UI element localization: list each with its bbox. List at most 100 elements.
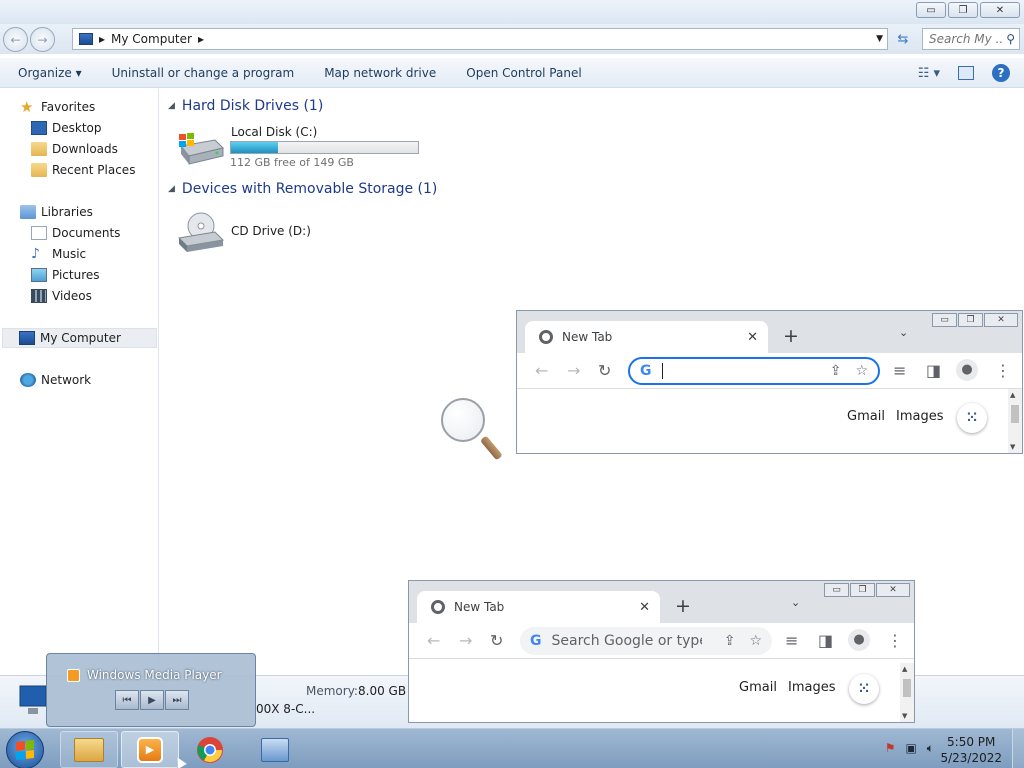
uninstall-program-button[interactable]: Uninstall or change a program [97,66,310,80]
tab-search-icon[interactable]: ⌄ [899,326,908,339]
chrome1-minimize-button[interactable]: ▭ [932,313,957,327]
sidebar-item-videos[interactable]: Videos [31,286,92,306]
sidebar-item-network[interactable]: Network [20,370,91,390]
side-panel-icon[interactable]: ◨ [818,631,833,650]
reading-list-icon[interactable]: ≡ [785,631,798,650]
forward-button[interactable]: → [30,27,55,52]
volume-icon[interactable]: 🔈︎ [927,741,934,756]
sidebar-item-documents[interactable]: Documents [31,223,120,243]
side-panel-icon[interactable]: ◨ [926,361,941,380]
address-bar[interactable]: ▸ My Computer ▸ ▼ [72,28,888,50]
sidebar-item-libraries[interactable]: Libraries [20,202,93,222]
taskbar-chrome-button[interactable] [181,731,239,768]
sidebar-item-desktop[interactable]: Desktop [31,118,102,138]
search-box[interactable]: ⚲ [922,28,1020,50]
tab-close-icon[interactable]: ✕ [639,600,650,615]
profile-avatar-icon[interactable]: ● [848,629,870,651]
close-button[interactable]: ✕ [980,2,1020,18]
organize-button[interactable]: Organize ▾ [0,66,97,80]
minimize-button[interactable]: ▭ [916,2,946,18]
chrome2-omnibox[interactable]: G ⇪ ☆ [520,627,772,655]
chrome1-scrollbar[interactable]: ▲ ▼ [1008,389,1022,453]
scroll-thumb[interactable] [1011,405,1019,423]
images-link[interactable]: Images [788,680,836,695]
bookmark-star-icon[interactable]: ☆ [855,363,868,379]
next-track-button[interactable]: ⏭ [165,690,189,710]
new-tab-button[interactable]: + [783,325,799,347]
show-desktop-button[interactable] [1012,729,1024,768]
reading-list-icon[interactable]: ≡ [893,361,906,380]
share-icon[interactable]: ⇪ [830,363,842,379]
taskbar-clock[interactable]: 5:50 PM 5/23/2022 [940,734,1002,766]
chrome2-tab-new-tab[interactable]: New Tab ✕ [417,591,660,623]
wmp-taskbar-thumbnail[interactable]: Windows Media Player ⏮ ▶ ⏭ [46,653,256,727]
forward-icon[interactable]: → [567,361,580,380]
chrome1-close-button[interactable]: ✕ [984,313,1018,327]
images-link[interactable]: Images [896,409,944,424]
view-options-icon[interactable]: ☷ ▾ [918,66,940,81]
scroll-up-icon[interactable]: ▲ [1010,391,1015,399]
forward-icon[interactable]: → [459,631,472,650]
google-apps-icon[interactable]: ⁙ [957,403,987,433]
chrome-menu-icon[interactable]: ⋮ [887,631,903,650]
start-button[interactable] [6,731,44,768]
taskbar-explorer-button[interactable] [60,731,118,768]
action-center-flag-icon[interactable]: ⚑ [885,741,896,756]
preview-pane-icon[interactable] [958,66,974,80]
search-input[interactable] [929,32,1003,46]
chrome1-omnibox[interactable]: G ⇪ ☆ [628,357,880,385]
chrome1-tab-new-tab[interactable]: New Tab ✕ [525,321,768,353]
play-button[interactable]: ▶ [140,690,164,710]
chrome2-scrollbar[interactable]: ▲ ▼ [900,663,914,722]
cd-drive-name[interactable]: CD Drive (D:) [231,224,311,238]
search-icon[interactable]: ⚲ [1006,32,1015,46]
google-apps-icon[interactable]: ⁙ [849,674,879,704]
chrome-menu-icon[interactable]: ⋮ [995,361,1011,380]
magnifier-icon[interactable] [441,398,503,466]
chrome2-address-input[interactable] [551,633,702,649]
tab-close-icon[interactable]: ✕ [747,330,758,345]
cd-drive-icon[interactable] [177,210,225,254]
chrome2-close-button[interactable]: ✕ [876,583,910,597]
chrome2-minimize-button[interactable]: ▭ [824,583,849,597]
scroll-up-icon[interactable]: ▲ [902,665,907,673]
address-dropdown-icon[interactable]: ▼ [876,34,883,44]
local-disk-icon[interactable] [177,132,225,168]
sidebar-item-downloads[interactable]: Downloads [31,139,118,159]
sidebar-item-favorites[interactable]: ★ Favorites [20,97,95,117]
local-disk-name[interactable]: Local Disk (C:) [231,125,317,139]
back-icon[interactable]: ← [535,361,548,380]
gmail-link[interactable]: Gmail [847,409,885,424]
sidebar-item-recent-places[interactable]: Recent Places [31,160,135,180]
help-icon[interactable]: ? [992,64,1010,82]
removable-storage-header[interactable]: ◢ Devices with Removable Storage (1) [168,181,437,197]
address-path[interactable]: My Computer [111,32,192,46]
network-status-icon[interactable]: ▣ [905,741,916,756]
scroll-down-icon[interactable]: ▼ [1010,443,1015,451]
hard-disk-drives-header[interactable]: ◢ Hard Disk Drives (1) [168,98,323,114]
tab-search-icon[interactable]: ⌄ [791,596,800,609]
sidebar-item-music[interactable]: ♪ Music [31,244,86,264]
share-icon[interactable]: ⇪ [724,633,736,649]
open-control-panel-button[interactable]: Open Control Panel [451,66,596,80]
scroll-thumb[interactable] [903,679,911,697]
bookmark-star-icon[interactable]: ☆ [749,633,762,649]
back-button[interactable]: ← [3,27,28,52]
chrome1-maximize-button[interactable]: ❐ [958,313,983,327]
sidebar-item-my-computer[interactable]: My Computer [2,328,157,348]
profile-avatar-icon[interactable]: ● [956,359,978,381]
gmail-link[interactable]: Gmail [739,680,777,695]
sidebar-item-pictures[interactable]: Pictures [31,265,100,285]
chrome2-maximize-button[interactable]: ❐ [850,583,875,597]
chrome1-address-input[interactable] [661,363,782,379]
taskbar-network-app-button[interactable] [246,731,304,768]
reload-icon[interactable]: ↻ [598,361,611,380]
map-network-drive-button[interactable]: Map network drive [309,66,451,80]
refresh-button[interactable]: ⇆ [891,28,915,50]
back-icon[interactable]: ← [427,631,440,650]
new-tab-button[interactable]: + [675,595,691,617]
reload-icon[interactable]: ↻ [490,631,503,650]
previous-track-button[interactable]: ⏮ [115,690,139,710]
maximize-button[interactable]: ❐ [948,2,978,18]
scroll-down-icon[interactable]: ▼ [902,712,907,720]
